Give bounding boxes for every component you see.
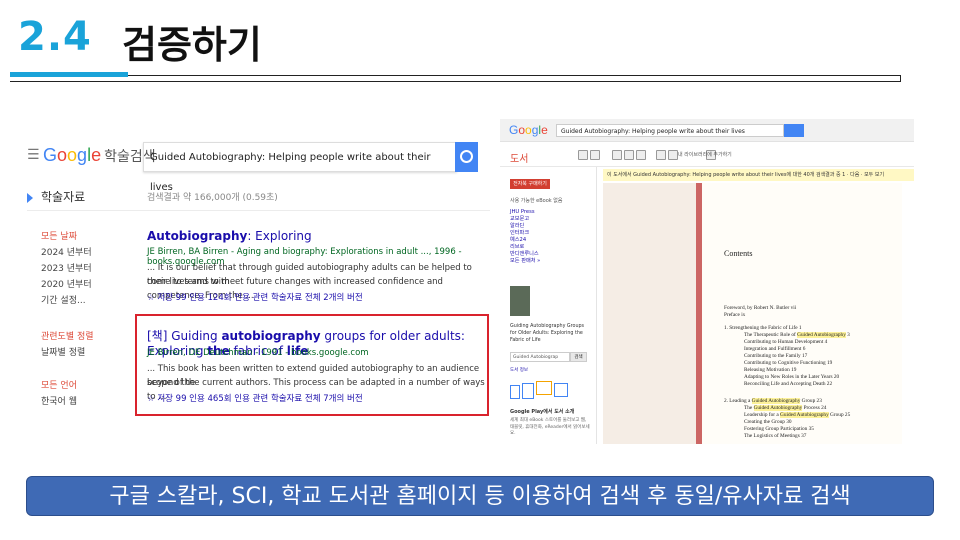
book-cover-thumbnail[interactable]	[510, 286, 530, 316]
filter-since-2023[interactable]: 2023 년부터	[41, 261, 92, 274]
store-link[interactable]: 예스24	[510, 237, 540, 244]
contents-heading: Contents	[724, 249, 753, 258]
books-logo[interactable]: Google	[509, 123, 548, 137]
result-count: 검색결과 약 166,000개 (0.59초)	[147, 193, 278, 203]
section-number: 2.4	[18, 14, 92, 60]
result-title-bold: Autobiography	[147, 229, 248, 243]
ebook-availability: 사용 가능한 eBook 없음	[510, 198, 563, 204]
settings-icon[interactable]	[668, 150, 678, 160]
sidebar-divider	[596, 167, 597, 444]
caption-bar: 구글 스칼라, SCI, 학교 도서관 홈페이지 등 이용하여 검색 후 동일/…	[26, 476, 934, 516]
zoom-out-icon[interactable]	[578, 150, 588, 160]
search-highlight: Guided Autobiography	[797, 332, 846, 338]
toc-line: Contributing to Cognitive Functioning 19	[744, 360, 833, 366]
store-list: JHU Press 교보문고 알라딘 인터파크 예스24 리브로 반디앤루니스 …	[510, 209, 540, 265]
fullscreen-icon[interactable]	[636, 150, 646, 160]
page-margin	[603, 183, 696, 444]
menu-icon[interactable]: ☰	[27, 147, 40, 163]
toc-line: Preface ix	[724, 312, 746, 318]
store-link[interactable]: 반디앤루니스	[510, 251, 540, 258]
sort-date[interactable]: 날짜별 정렬	[41, 345, 85, 358]
books-search-input[interactable]: Guided Autobiography: Helping people wri…	[556, 124, 784, 137]
divider	[27, 210, 490, 211]
google-play-text: 세계 최대 eBook 스토어를 둘러보고 웹, 태블릿, 휴대전화, eRea…	[510, 418, 590, 436]
page-edge	[696, 183, 702, 444]
header-divider	[10, 75, 901, 82]
sort-relevance[interactable]: 관련도별 정렬	[41, 329, 94, 342]
toc-line: The Logistics of Meetings 37	[744, 433, 807, 439]
toc-line: Adapting to New Roles in the Later Years…	[744, 374, 840, 380]
filter-any-time[interactable]: 모든 날짜	[41, 229, 77, 242]
toc-line: Leadership for a Guided Autobiography Gr…	[744, 412, 851, 418]
result-title[interactable]: Autobiography: Exploring	[147, 229, 312, 243]
books-search-button[interactable]	[784, 124, 804, 137]
filter-any-language[interactable]: 모든 언어	[41, 378, 77, 391]
search-highlight: Guided Autobiography	[780, 412, 829, 418]
category-arrow-icon	[27, 193, 33, 203]
filter-custom-range[interactable]: 기간 설정...	[41, 293, 86, 306]
toc-line: The Guided Autobiography Process 24	[744, 405, 827, 411]
store-link[interactable]: 모든 판매처 »	[510, 258, 540, 265]
store-link[interactable]: 교보문고	[510, 216, 540, 223]
toc-line: Foreword, by Robert N. Butler vii	[724, 305, 797, 311]
viewer-toolbar	[578, 147, 914, 163]
search-results-banner: 이 도서에서 Guided Autobiography: Helping peo…	[603, 169, 914, 181]
store-link[interactable]: JHU Press	[510, 209, 540, 216]
highlight-box	[135, 314, 489, 416]
search-highlight: Guided Autobiography	[753, 405, 803, 411]
divider	[500, 166, 914, 167]
toc-line: Fostering Group Participation 35	[744, 426, 814, 432]
result-actions[interactable]: ☆ 저장 99 인용 124회 인용 관련 학술자료 전체 2개의 버전	[147, 291, 363, 303]
scholar-logo[interactable]: Google 학술검색	[43, 145, 156, 166]
search-input[interactable]: Guided Autobiography: Helping people wri…	[143, 142, 457, 193]
category-label[interactable]: 학술자료	[41, 188, 85, 205]
find-in-book-button[interactable]: 검색	[570, 352, 587, 362]
toc-line: Creating the Group 30	[744, 419, 792, 425]
filter-korean-pages[interactable]: 한국어 웹	[41, 394, 77, 407]
google-play-heading: Google Play에서 도서 소개	[510, 409, 575, 415]
books-screenshot: Google Guided Autobiography: Helping peo…	[500, 119, 914, 444]
toc-line: Integration and Fulfillment 6	[744, 346, 806, 352]
toc-line: Contributing to the Family 17	[744, 353, 808, 359]
search-button[interactable]	[455, 142, 478, 172]
buy-ebook-button[interactable]: 전자북 구매하기	[510, 179, 550, 189]
toc-line: Contributing to Human Development 4	[744, 339, 828, 345]
toc-line: Releasing Motivation 19	[744, 367, 797, 373]
section-title: 검증하기	[122, 23, 262, 67]
link-icon[interactable]	[656, 150, 666, 160]
books-section-label[interactable]: 도서	[510, 150, 528, 165]
toc-line: The Therapeutic Role of Guided Autobiogr…	[744, 332, 850, 338]
book-info-link[interactable]: 도서 정보	[510, 367, 528, 373]
filter-since-2020[interactable]: 2020 년부터	[41, 277, 92, 290]
result-title-rest: : Exploring	[247, 229, 312, 243]
single-page-icon[interactable]	[612, 150, 622, 160]
search-icon	[460, 150, 473, 163]
find-in-book-input[interactable]: Guided Autobiograp	[510, 352, 570, 362]
zoom-in-icon[interactable]	[590, 150, 600, 160]
store-link[interactable]: 알라딘	[510, 223, 540, 230]
store-link[interactable]: 리브로	[510, 244, 540, 251]
add-to-library-link[interactable]: 내 라이브러리에 추가하기	[678, 151, 732, 158]
header-accent-bar	[10, 72, 128, 77]
filter-since-2024[interactable]: 2024 년부터	[41, 245, 92, 258]
toc-line: 2. Leading a Guided Autobiography Group …	[724, 398, 822, 404]
search-highlight: Guided Autobiography	[751, 398, 801, 404]
store-link[interactable]: 인터파크	[510, 230, 540, 237]
toc-line: 1. Strengthening the Fabric of Life 1	[724, 325, 802, 331]
book-title: Guiding Autobiography Groups for Older A…	[510, 324, 585, 343]
two-page-icon[interactable]	[624, 150, 634, 160]
toc-line: Reconciling Life and Accepting Death 22	[744, 381, 833, 387]
scholar-screenshot: ☰ Google 학술검색 Guided Autobiography: Helpi…	[27, 128, 490, 418]
